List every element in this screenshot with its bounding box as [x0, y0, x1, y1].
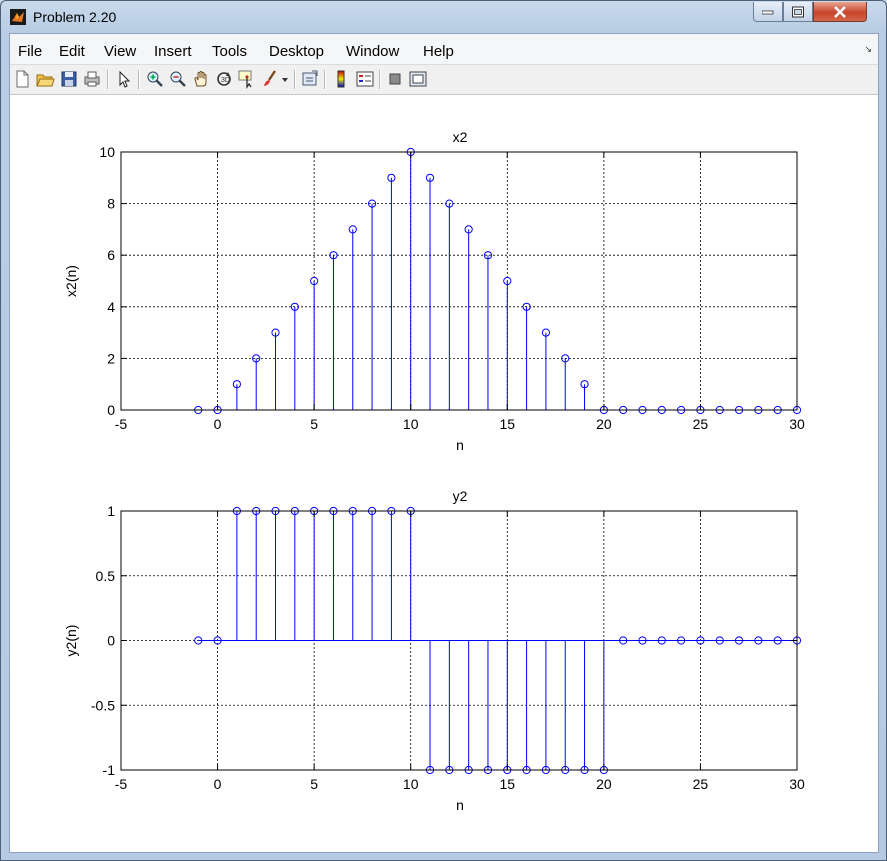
axes-title: y2	[453, 488, 468, 504]
show-plot-tools-icon[interactable]	[408, 69, 428, 89]
x-tick-label: 30	[789, 416, 805, 432]
x-tick-label: 5	[310, 416, 318, 432]
y-tick-label: -0.5	[91, 697, 115, 713]
menu-help[interactable]: Help	[423, 43, 454, 60]
pan-hand-icon[interactable]	[191, 69, 211, 89]
brush-dropdown-icon[interactable]	[280, 69, 290, 89]
y-axis-label: x2(n)	[63, 265, 79, 297]
y-tick-label: 8	[107, 196, 115, 212]
x-axis-label: n	[456, 437, 464, 453]
axes-title: x2	[453, 129, 468, 145]
menu-file[interactable]: File	[18, 43, 42, 60]
axes-background	[121, 152, 797, 410]
zoom-out-icon[interactable]	[168, 69, 188, 89]
maximize-icon	[792, 6, 804, 17]
y-tick-label: 2	[107, 350, 115, 366]
x-axis-label: n	[456, 797, 464, 813]
toolbar-separator	[324, 70, 326, 89]
window-title: Problem 2.20	[33, 9, 117, 25]
axes-x2: -5 0 5 10 15 20 25 300246810x2nx2(n)	[63, 129, 805, 453]
title-bar[interactable]: Problem 2.20	[1, 1, 886, 33]
new-figure-icon[interactable]	[12, 69, 32, 89]
link-plot-icon[interactable]	[300, 69, 320, 89]
y-tick-label: 0.5	[96, 568, 116, 584]
x-tick-label: 20	[596, 776, 612, 792]
brush-icon[interactable]	[260, 69, 280, 89]
zoom-in-icon[interactable]	[145, 69, 165, 89]
matlab-app-icon	[10, 9, 26, 25]
x-tick-label: 0	[214, 776, 222, 792]
figure-canvas: -5 0 5 10 15 20 25 30 0 2 4 6 8 10 x2 n x2(n) -5 0 5 10 15 20 2…	[10, 95, 878, 852]
x-tick-label: 10	[403, 416, 419, 432]
maximize-button[interactable]	[783, 2, 813, 22]
x-tick-label: 5	[310, 776, 318, 792]
insert-colorbar-icon[interactable]	[331, 69, 351, 89]
hide-plot-tools-icon[interactable]	[385, 69, 405, 89]
toolbar-separator	[138, 70, 140, 89]
x-tick-label: 15	[499, 776, 515, 792]
toolbar-separator	[379, 70, 381, 89]
toolbar-separator	[294, 70, 296, 89]
y-tick-label: 10	[99, 144, 115, 160]
y-axis-label: y2(n)	[63, 625, 79, 657]
open-file-icon[interactable]	[35, 69, 55, 89]
x-tick-label: 15	[499, 416, 515, 432]
axes-y2: -5 0 5 10 15 20 25 30 -1 -0.5 0 0.5 1 y2 n y2(n)	[63, 488, 805, 813]
x-tick-label: 30	[789, 776, 805, 792]
y-tick-label: 0	[107, 402, 115, 418]
menu-view[interactable]: View	[104, 43, 136, 60]
menu-window[interactable]: Window	[346, 43, 399, 60]
y-tick-label: 0	[107, 633, 115, 649]
minimize-button[interactable]	[753, 2, 783, 22]
menu-tools[interactable]: Tools	[212, 43, 247, 60]
svg-text:3D: 3D	[221, 77, 230, 84]
minimize-icon	[762, 10, 774, 14]
x-tick-label: -5	[115, 776, 128, 792]
x-tick-label: 20	[596, 416, 612, 432]
x-tick-label: 25	[693, 776, 709, 792]
data-cursor-icon[interactable]	[237, 69, 257, 89]
close-button[interactable]	[813, 2, 867, 22]
rotate-3d-icon[interactable]: 3D	[214, 69, 234, 89]
menu-edit[interactable]: Edit	[59, 43, 85, 60]
y-tick-label: 1	[107, 503, 115, 519]
y-tick-label: 6	[107, 247, 115, 263]
figure-window: Problem 2.20 File Edit View Insert Tools…	[0, 0, 887, 861]
menu-desktop[interactable]: Desktop	[269, 43, 324, 60]
insert-legend-icon[interactable]	[355, 69, 375, 89]
x-tick-label: 25	[693, 416, 709, 432]
menu-bar: File Edit View Insert Tools Desktop Wind…	[10, 34, 878, 65]
figure-client-area: File Edit View Insert Tools Desktop Wind…	[9, 33, 879, 853]
plots-svg: -5 0 5 10 15 20 25 300246810x2nx2(n)-5 0 5 10 15 20 2…	[63, 129, 805, 813]
close-icon	[834, 5, 846, 18]
save-icon[interactable]	[59, 69, 79, 89]
menu-overflow-icon[interactable]: ↘	[864, 44, 872, 55]
y-tick-label: -1	[103, 762, 116, 778]
figure-toolbar: 3D	[10, 65, 878, 95]
x-tick-label: 10	[403, 776, 419, 792]
x-tick-label: -5	[115, 416, 128, 432]
y-tick-label: 4	[107, 299, 115, 315]
edit-plot-arrow-icon[interactable]	[114, 69, 134, 89]
menu-insert[interactable]: Insert	[154, 43, 192, 60]
toolbar-separator	[107, 70, 109, 89]
print-icon[interactable]	[82, 69, 102, 89]
x-tick-label: 0	[214, 416, 222, 432]
